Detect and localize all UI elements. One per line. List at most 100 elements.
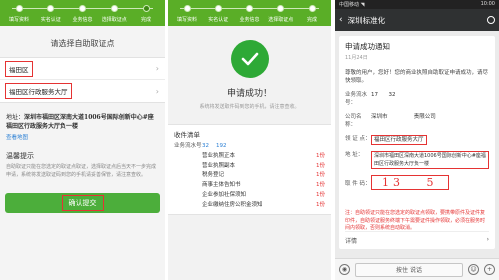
input-bar: ◉ 按住 说话 ☺ + bbox=[335, 258, 499, 280]
confirm-button-label: 确认提交 bbox=[61, 195, 104, 211]
wechat-notice-screen: 中国移动 ◥ 10:00 ‹ 深圳标准化 申请成功通知 11月24日 尊敬的用户… bbox=[335, 0, 499, 280]
list-item-name: 企业缴纳住房公积金须知 bbox=[202, 201, 263, 208]
row-label: 业务流水号： bbox=[345, 92, 368, 106]
notice-greeting: 尊敬的用户，您好！您的商业执照自助取证申请成功，请尽快领取。 bbox=[345, 70, 489, 84]
progress-steps: 填写资料 实名认证 业务信息 选择取证点 完成 bbox=[0, 0, 165, 26]
step-2: 实名认证 bbox=[205, 3, 231, 26]
step-dot bbox=[277, 5, 285, 12]
chevron-left-icon[interactable]: ‹ bbox=[339, 15, 343, 25]
tips-title: 温馨提示 bbox=[6, 152, 34, 160]
tips-text: 自助取证只能在您选定的取证点取证，选择取证点后当天不一步完成申请，系统将发送取证… bbox=[6, 164, 157, 178]
receipt-list: 收件清单 业务流水号 32 192 营业执照正本 1份 营业执照副本 1份 税务登记… bbox=[168, 124, 331, 215]
row-label: 公司名称： bbox=[345, 114, 362, 128]
chevron-right-icon: › bbox=[155, 86, 159, 96]
pickup-point-screen: 填写资料 实名认证 业务信息 选择取证点 完成 请选择自助取证点 福田区 › 福… bbox=[0, 0, 165, 280]
carrier-text: 中国移动 ◥ bbox=[339, 2, 365, 8]
step-label: 填写资料 bbox=[176, 17, 197, 23]
list-item-count: 1份 bbox=[316, 172, 325, 179]
step-1: 填写资料 bbox=[6, 3, 32, 26]
chevron-right-icon: › bbox=[155, 64, 159, 73]
list-item-count: 1份 bbox=[316, 162, 325, 169]
step-dot bbox=[246, 5, 253, 12]
step-dot bbox=[47, 5, 55, 12]
service-hall-select[interactable]: 福田区行政服务大厅 › bbox=[0, 80, 165, 102]
step-3: 业务信息 bbox=[70, 3, 96, 26]
plus-icon[interactable]: + bbox=[484, 264, 495, 275]
receipt-list-title: 收件清单 bbox=[174, 131, 200, 139]
step-label: 业务信息 bbox=[239, 17, 260, 23]
confirm-submit-button[interactable]: 确认提交 bbox=[5, 193, 160, 213]
notice-title: 申请成功通知 bbox=[345, 42, 390, 51]
status-bar: 中国移动 ◥ 10:00 bbox=[335, 0, 499, 9]
list-item-count: 1份 bbox=[316, 152, 325, 159]
detail-link[interactable]: 详情 › bbox=[345, 231, 489, 245]
step-2: 实名认证 bbox=[38, 3, 64, 26]
emoji-icon[interactable]: ☺ bbox=[468, 264, 479, 275]
step-label: 完成 bbox=[140, 17, 151, 23]
user-icon[interactable] bbox=[487, 16, 495, 24]
step-dot bbox=[183, 5, 191, 12]
step-3: 业务信息 bbox=[237, 3, 263, 26]
receipt-grid: 业务流水号 32 192 营业执照正本 1份 营业执照副本 1份 税务登记 1份 商事… bbox=[174, 142, 325, 210]
success-title: 申请成功！ bbox=[226, 89, 272, 99]
address-block: 地址：深圳市福田区深南大道1006号国际创新中心#座 福田区行政服务大厅负一楼 bbox=[0, 103, 165, 131]
list-item-name: 税务登记 bbox=[202, 172, 225, 179]
step-dot bbox=[79, 5, 86, 12]
application-success-screen: 填写资料 实名认证 业务信息 选择取证点 完成 申请成功！ 系统将发送取件码到您… bbox=[168, 0, 331, 280]
view-map-link[interactable]: 查看地图 bbox=[0, 131, 165, 143]
row-label: 地 址： bbox=[345, 152, 364, 158]
list-item-count: 1份 bbox=[316, 201, 325, 208]
service-hall-value: 福田区行政服务大厅 bbox=[5, 83, 72, 99]
business-no-row: 业务流水号： 17 32 bbox=[345, 91, 489, 107]
hold-to-talk-button[interactable]: 按住 说话 bbox=[355, 262, 463, 277]
list-item-count: 1份 bbox=[316, 182, 325, 189]
detail-label: 详情 bbox=[345, 238, 358, 245]
pickup-picker: 福田区 › 福田区行政服务大厅 › bbox=[0, 57, 165, 103]
step-1: 填写资料 bbox=[174, 3, 200, 26]
nav-title: 深圳标准化 bbox=[347, 15, 386, 25]
notice-date: 11月24日 bbox=[345, 55, 368, 61]
address-value: 深圳市福田区深南大道1006号国际创新中心#座 福田区行政服务大厅负一楼 bbox=[6, 114, 154, 130]
nav-bar: ‹ 深圳标准化 bbox=[335, 9, 499, 31]
district-value: 福田区 bbox=[5, 60, 33, 77]
business-no-label: 业务流水号 bbox=[174, 143, 202, 149]
step-label: 填写资料 bbox=[8, 17, 29, 23]
address-label: 地址： bbox=[6, 114, 25, 121]
step-label: 实名认证 bbox=[208, 17, 229, 23]
step-dot bbox=[110, 5, 118, 12]
row-label: 领 证 点： bbox=[345, 136, 371, 142]
row-value: 福田区行政服务大厅 bbox=[371, 135, 427, 145]
step-5: 完成 bbox=[299, 3, 325, 26]
step-label: 业务信息 bbox=[72, 17, 93, 23]
step-label: 选择取证点 bbox=[268, 17, 294, 23]
row-value: 17 32 bbox=[371, 92, 396, 98]
page-title: 请选择自助取证点 bbox=[50, 39, 115, 48]
row-value: 深圳市福田区深南大道1006号国际创新中心#座福田区行政服务大厅负一楼 bbox=[371, 151, 489, 169]
clock-text: 10:00 bbox=[480, 1, 495, 7]
list-item-count: 1份 bbox=[316, 191, 325, 198]
notice-note: 注：自助领证只能在您选定的取证点领取，要携带原件及证件复印件，自助领证服务终端下… bbox=[345, 210, 486, 231]
row-label: 取 件 码： bbox=[345, 180, 371, 187]
step-dot bbox=[142, 5, 150, 12]
list-item-name: 营业执照副本 bbox=[202, 162, 236, 169]
step-label: 实名认证 bbox=[40, 17, 61, 23]
step-4: 选择取证点 bbox=[268, 3, 294, 26]
checkmark-icon bbox=[230, 40, 269, 78]
step-dot bbox=[15, 5, 23, 12]
pickup-row: 领 证 点： 福田区行政服务大厅 bbox=[345, 135, 489, 145]
step-dot bbox=[308, 5, 316, 12]
row-value: 深圳市 责限公司 bbox=[371, 114, 436, 120]
voice-icon[interactable]: ◉ bbox=[339, 264, 350, 275]
chevron-right-icon: › bbox=[486, 236, 489, 243]
list-item-name: 营业执照正本 bbox=[202, 152, 236, 159]
progress-steps: 填写资料 实名认证 业务信息 选择取证点 完成 bbox=[168, 0, 331, 26]
company-row: 公司名称： 深圳市 责限公司 bbox=[345, 113, 489, 129]
success-subtitle: 系统将发送取件码到您的手机，请注意查收。 bbox=[199, 104, 300, 110]
pickup-code: 13 5 bbox=[371, 175, 449, 190]
district-select[interactable]: 福田区 › bbox=[0, 58, 165, 80]
business-no-value: 32 192 bbox=[202, 143, 227, 149]
step-label: 完成 bbox=[306, 17, 317, 23]
pickup-code-row: 取 件 码： 13 5 bbox=[345, 175, 489, 190]
notice-card[interactable]: 申请成功通知 11月24日 尊敬的用户，您好！您的商业执照自助取证申请成功，请尽… bbox=[339, 36, 495, 249]
address-row: 地 址： 深圳市福田区深南大道1006号国际创新中心#座福田区行政服务大厅负一楼 bbox=[345, 151, 489, 169]
